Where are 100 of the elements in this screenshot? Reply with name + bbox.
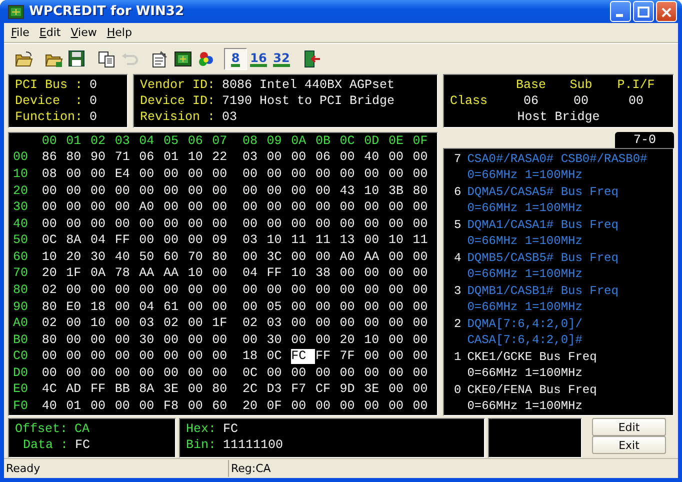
hex-byte[interactable]: 00 bbox=[340, 282, 364, 298]
hex-byte[interactable]: 10 bbox=[188, 150, 212, 166]
hex-byte[interactable]: 00 bbox=[163, 166, 188, 182]
hex-byte[interactable]: 22 bbox=[212, 150, 236, 166]
hex-byte[interactable]: 04 bbox=[139, 300, 164, 315]
hex-byte[interactable]: 0C bbox=[42, 233, 66, 248]
hex-byte[interactable]: 00 bbox=[114, 300, 140, 315]
hex-byte[interactable]: 00 bbox=[139, 216, 164, 232]
hex-byte[interactable]: 80 bbox=[42, 332, 66, 348]
width-button[interactable]: 8 bbox=[224, 48, 247, 70]
hex-byte[interactable]: 00 bbox=[291, 300, 316, 315]
hex-byte[interactable]: 20 bbox=[340, 332, 364, 348]
hex-byte[interactable]: FC bbox=[291, 349, 316, 364]
hex-byte[interactable]: 10 bbox=[388, 233, 413, 248]
hex-byte[interactable]: 00 bbox=[66, 282, 90, 298]
hex-byte[interactable]: 00 bbox=[388, 266, 413, 282]
bit-description[interactable]: 0=66MHz 1=100MHz bbox=[467, 398, 597, 414]
hex-byte[interactable]: 10 bbox=[266, 233, 292, 248]
bit-description[interactable]: 0=66MHz 1=100MHz bbox=[467, 365, 597, 382]
hex-byte[interactable]: 00 bbox=[412, 332, 438, 348]
hex-byte[interactable]: 00 bbox=[188, 349, 212, 364]
hex-byte[interactable]: 00 bbox=[315, 332, 340, 348]
hex-byte[interactable]: 00 bbox=[266, 184, 292, 199]
hex-byte[interactable]: 03 bbox=[266, 316, 292, 332]
hex-byte[interactable]: 00 bbox=[212, 166, 236, 182]
hex-byte[interactable]: 00 bbox=[315, 200, 340, 216]
hex-byte[interactable]: 00 bbox=[340, 366, 364, 381]
hex-byte[interactable]: 80 bbox=[66, 150, 90, 166]
hex-byte[interactable]: 00 bbox=[66, 166, 90, 182]
hex-byte[interactable]: 00 bbox=[291, 184, 316, 199]
hex-byte[interactable]: 00 bbox=[388, 366, 413, 381]
hex-byte[interactable]: 00 bbox=[66, 366, 90, 381]
hex-byte[interactable]: 00 bbox=[291, 150, 316, 166]
hex-byte[interactable]: 00 bbox=[266, 282, 292, 298]
bit-description[interactable]: CSA0#/RASA0# CSB0#/RASB0# bbox=[467, 150, 648, 167]
hex-byte[interactable]: 00 bbox=[266, 200, 292, 216]
hex-byte[interactable]: 00 bbox=[66, 332, 90, 348]
hex-byte[interactable]: 00 bbox=[364, 166, 388, 182]
hex-byte[interactable]: 00 bbox=[163, 233, 188, 248]
bit-description[interactable]: DQMA5/CASA5# Bus Freq bbox=[467, 184, 618, 200]
hex-byte[interactable]: 00 bbox=[212, 266, 236, 282]
hex-byte[interactable]: 00 bbox=[188, 166, 212, 182]
hex-byte[interactable]: 00 bbox=[90, 399, 115, 414]
hex-byte[interactable]: FF bbox=[114, 233, 140, 248]
hex-byte[interactable]: 00 bbox=[291, 200, 316, 216]
hex-byte[interactable]: 00 bbox=[139, 233, 164, 248]
hex-byte[interactable]: 00 bbox=[139, 366, 164, 381]
hex-byte[interactable]: 2C bbox=[242, 382, 267, 398]
hex-byte[interactable]: 00 bbox=[412, 216, 438, 232]
hex-byte[interactable]: 00 bbox=[90, 216, 115, 232]
bit-range-tab[interactable]: 7-0 bbox=[615, 132, 674, 148]
bit-description[interactable]: CKE0/FENA Bus Freq bbox=[467, 382, 597, 398]
hex-byte[interactable]: 86 bbox=[42, 150, 66, 166]
hex-byte[interactable]: 00 bbox=[212, 366, 236, 381]
minimize-button[interactable] bbox=[610, 1, 631, 22]
hex-byte[interactable]: 00 bbox=[266, 216, 292, 232]
hex-byte[interactable]: 03 bbox=[242, 233, 267, 248]
close-button[interactable] bbox=[656, 1, 677, 22]
hex-byte[interactable]: 00 bbox=[242, 332, 267, 348]
hex-byte[interactable]: 00 bbox=[364, 399, 388, 414]
hex-byte[interactable]: 20 bbox=[42, 266, 66, 282]
hex-byte[interactable]: 00 bbox=[163, 349, 188, 364]
hex-byte[interactable]: 00 bbox=[388, 166, 413, 182]
hex-byte[interactable]: 3B bbox=[388, 184, 413, 199]
hex-byte[interactable]: 7F bbox=[340, 349, 364, 364]
hex-byte[interactable]: 60 bbox=[163, 250, 188, 265]
hex-byte[interactable]: 00 bbox=[242, 200, 267, 216]
width-button[interactable]: 16 bbox=[247, 48, 270, 70]
hex-byte[interactable]: 00 bbox=[364, 349, 388, 364]
hex-byte[interactable]: 05 bbox=[266, 300, 292, 315]
hex-byte[interactable]: 00 bbox=[114, 316, 140, 332]
hex-byte[interactable]: 00 bbox=[188, 399, 212, 414]
hex-byte[interactable]: 00 bbox=[291, 250, 316, 265]
hex-byte[interactable]: 43 bbox=[340, 184, 364, 199]
hex-byte[interactable]: 80 bbox=[42, 300, 66, 315]
hex-byte[interactable]: 00 bbox=[242, 250, 267, 265]
hex-byte[interactable]: 00 bbox=[188, 366, 212, 381]
hex-byte[interactable]: 00 bbox=[412, 250, 438, 265]
hex-byte[interactable]: 00 bbox=[90, 282, 115, 298]
hex-byte[interactable]: 10 bbox=[364, 184, 388, 199]
hex-byte[interactable]: 00 bbox=[90, 166, 115, 182]
hex-byte[interactable]: 00 bbox=[188, 216, 212, 232]
hex-byte[interactable]: 00 bbox=[315, 216, 340, 232]
hex-byte[interactable]: 01 bbox=[66, 399, 90, 414]
hex-byte[interactable]: 00 bbox=[188, 200, 212, 216]
hex-byte[interactable]: 00 bbox=[139, 349, 164, 364]
bit-description[interactable]: DQMA1/CASA1# Bus Freq bbox=[467, 216, 618, 233]
hex-byte[interactable]: AA bbox=[139, 266, 164, 282]
hex-byte[interactable]: 00 bbox=[66, 316, 90, 332]
hex-byte[interactable]: 00 bbox=[188, 233, 212, 248]
hex-byte[interactable]: AA bbox=[163, 266, 188, 282]
hex-byte[interactable]: 00 bbox=[114, 332, 140, 348]
menu-item[interactable]: View bbox=[66, 26, 102, 39]
width-button[interactable]: 32 bbox=[270, 48, 293, 70]
exit-button[interactable]: Exit bbox=[592, 436, 666, 454]
menu-item[interactable]: Help bbox=[102, 26, 137, 39]
hex-byte[interactable]: FF bbox=[90, 382, 115, 398]
hex-byte[interactable]: 00 bbox=[114, 366, 140, 381]
hex-byte[interactable]: E0 bbox=[66, 300, 90, 315]
hex-byte[interactable]: A0 bbox=[340, 250, 364, 265]
